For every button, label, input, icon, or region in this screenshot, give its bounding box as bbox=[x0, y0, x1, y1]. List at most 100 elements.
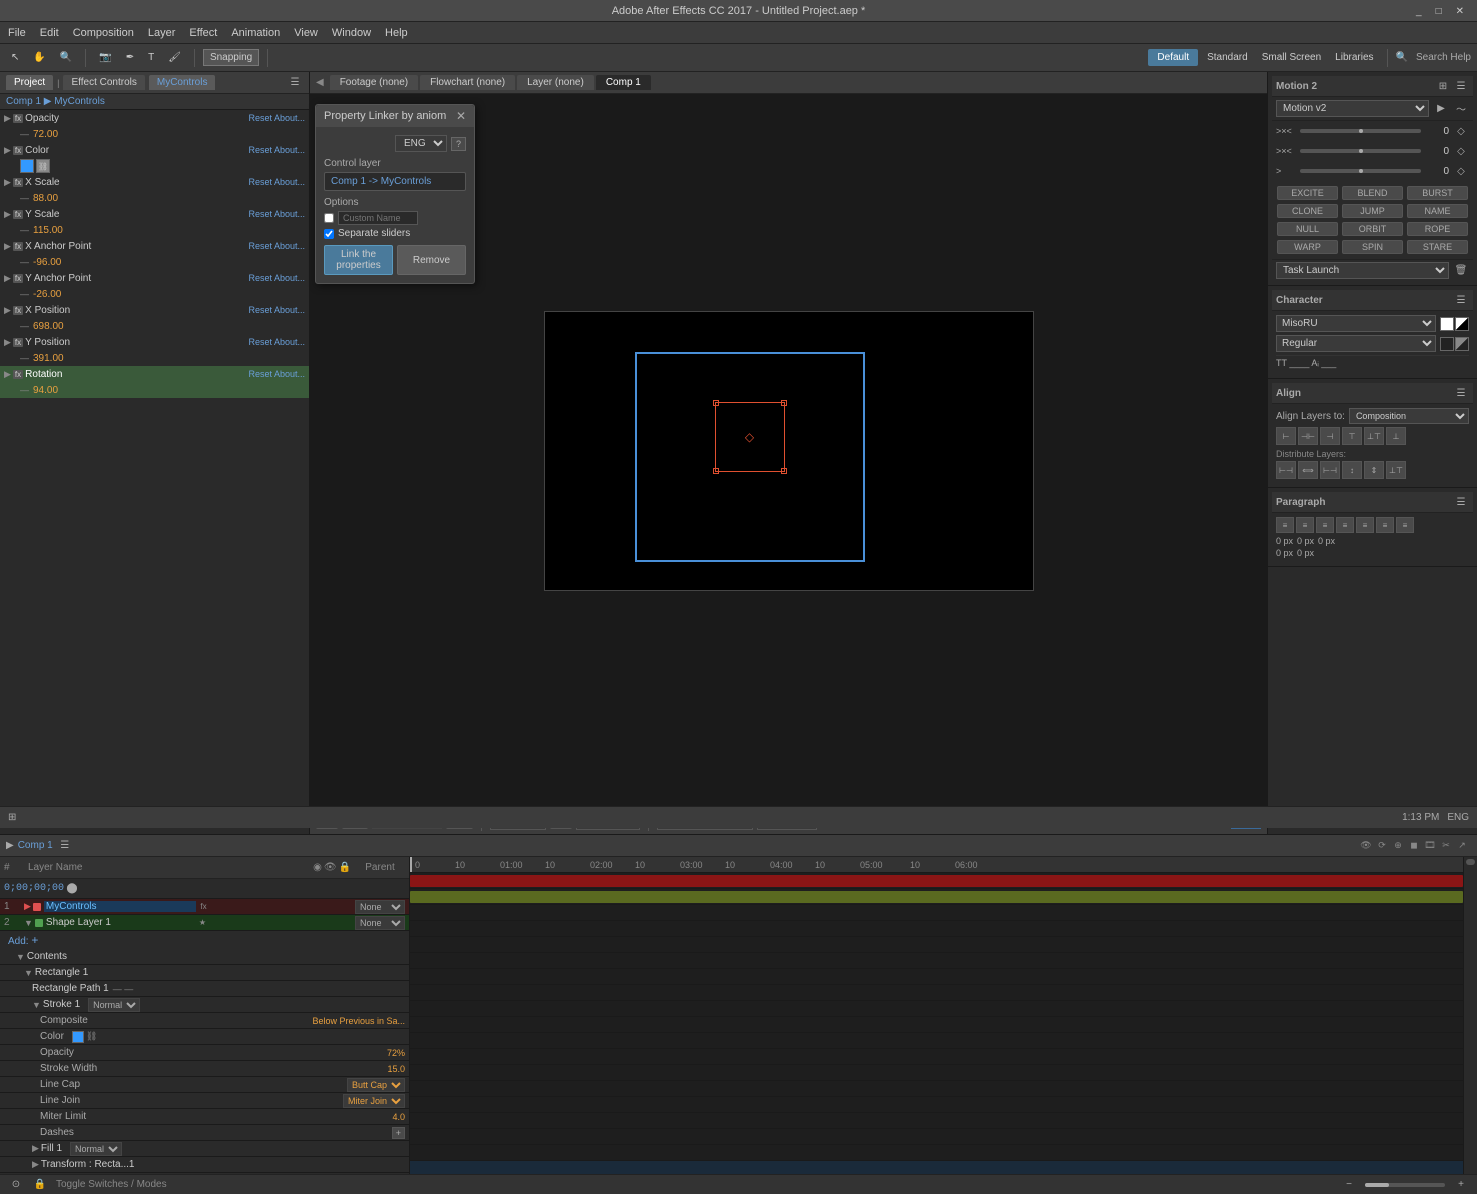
xscale-value[interactable]: 88.00 bbox=[33, 193, 58, 204]
stroke-mode-select[interactable]: Normal bbox=[88, 998, 140, 1012]
rope-btn[interactable]: ROPE bbox=[1407, 222, 1468, 236]
xanchor-about[interactable]: About... bbox=[274, 241, 305, 251]
slider-keyframe-btn-3[interactable]: ◇ bbox=[1453, 163, 1469, 179]
task-launch-btn[interactable]: 🗑 bbox=[1453, 263, 1469, 279]
standard-workspace-btn[interactable]: Standard bbox=[1202, 49, 1253, 66]
xanchor-reset[interactable]: Reset bbox=[248, 241, 272, 251]
xpos-value[interactable]: 698.00 bbox=[33, 321, 64, 332]
pen-tool[interactable]: ✒ bbox=[121, 49, 139, 66]
clone-btn[interactable]: CLONE bbox=[1277, 204, 1338, 218]
start-btn[interactable]: ⊞ bbox=[8, 812, 16, 823]
dashes-row[interactable]: Dashes + bbox=[0, 1125, 409, 1141]
motion2-menu-btn[interactable]: ☰ bbox=[1453, 78, 1469, 94]
slider-keyframe-btn-2[interactable]: ◇ bbox=[1453, 143, 1469, 159]
char-menu-btn[interactable]: ☰ bbox=[1453, 292, 1469, 308]
expand-stroke[interactable]: ▼ bbox=[32, 1000, 41, 1010]
handle-tr[interactable] bbox=[781, 400, 787, 406]
custom-name-input[interactable] bbox=[338, 211, 418, 225]
tl-ctrl-4[interactable]: ◼ bbox=[1407, 839, 1421, 853]
xscale-about[interactable]: About... bbox=[274, 177, 305, 187]
align-top-btn[interactable]: ⊤ bbox=[1342, 427, 1362, 445]
para-justify4-btn[interactable]: ≡ bbox=[1396, 517, 1414, 533]
contents-row[interactable]: ▼ Contents bbox=[0, 949, 409, 965]
menu-file[interactable]: File bbox=[8, 27, 26, 39]
line-join-select[interactable]: Miter Join bbox=[343, 1094, 405, 1108]
tl-ctrl-6[interactable]: ✂ bbox=[1439, 839, 1453, 853]
expand-rotation[interactable]: ▶ bbox=[4, 369, 11, 380]
minimize-btn[interactable]: _ bbox=[1411, 3, 1427, 20]
tl-scrollbar[interactable] bbox=[1463, 857, 1477, 1174]
para-align-left-btn[interactable]: ≡ bbox=[1276, 517, 1294, 533]
brush-tool[interactable]: 🖌 bbox=[163, 49, 186, 66]
xpos-reset[interactable]: Reset bbox=[248, 305, 272, 315]
help-btn[interactable]: ? bbox=[451, 137, 466, 151]
dist-4-btn[interactable]: ↕ bbox=[1342, 461, 1362, 479]
yscale-value[interactable]: 115.00 bbox=[33, 225, 63, 236]
yanchor-about[interactable]: About... bbox=[274, 273, 305, 283]
opacity-reset[interactable]: Reset bbox=[248, 113, 272, 123]
menu-help[interactable]: Help bbox=[385, 27, 408, 39]
flowchart-tab[interactable]: Flowchart (none) bbox=[420, 75, 515, 90]
burst-btn[interactable]: BURST bbox=[1407, 186, 1468, 200]
jump-btn[interactable]: JUMP bbox=[1342, 204, 1403, 218]
rotation-reset[interactable]: Reset bbox=[248, 369, 272, 379]
toggle-solo-btn[interactable]: ⊙ bbox=[8, 1177, 24, 1193]
my-controls-tab[interactable]: MyControls bbox=[149, 75, 216, 90]
motion-slider-2[interactable] bbox=[1300, 149, 1421, 153]
stroke-color-swatch[interactable] bbox=[1440, 337, 1454, 351]
rect-path-row[interactable]: Rectangle Path 1 — — bbox=[0, 981, 409, 997]
tl-zoom-in-btn[interactable]: + bbox=[1453, 1177, 1469, 1193]
zoom-tool[interactable]: 🔍 bbox=[55, 49, 77, 66]
expand-yscale[interactable]: ▶ bbox=[4, 209, 11, 220]
align-to-select[interactable]: Composition bbox=[1349, 408, 1469, 424]
handle-tl[interactable] bbox=[713, 400, 719, 406]
select-tool[interactable]: ↖ bbox=[6, 49, 24, 66]
motion2-expand-btn[interactable]: ⊞ bbox=[1435, 78, 1451, 94]
motion-play-icon[interactable]: ▶ bbox=[1433, 101, 1449, 117]
opacity-value[interactable]: 72.00 bbox=[33, 129, 58, 140]
ypos-value[interactable]: 391.00 bbox=[33, 353, 64, 364]
layer-tab[interactable]: Layer (none) bbox=[517, 75, 594, 90]
toggle-lock-btn[interactable]: 🔒 bbox=[32, 1177, 48, 1193]
dashes-add-btn[interactable]: + bbox=[392, 1127, 405, 1139]
yanchor-value[interactable]: -26.00 bbox=[33, 289, 61, 300]
playhead[interactable] bbox=[410, 857, 412, 872]
stroke1-row[interactable]: ▼ Stroke 1 Normal bbox=[0, 997, 409, 1013]
menu-window[interactable]: Window bbox=[332, 27, 371, 39]
tl-ctrl-2[interactable]: ⟳ bbox=[1375, 839, 1389, 853]
yscale-reset[interactable]: Reset bbox=[248, 209, 272, 219]
align-bottom-btn[interactable]: ⊥ bbox=[1386, 427, 1406, 445]
dist-1-btn[interactable]: ⊢⊣ bbox=[1276, 461, 1296, 479]
fill-mode-select[interactable]: Normal bbox=[70, 1142, 122, 1156]
snapping-btn[interactable]: Snapping bbox=[203, 49, 259, 66]
expand-rect1[interactable]: ▼ bbox=[24, 968, 33, 978]
fill1-row[interactable]: ▶ Fill 1 Normal bbox=[0, 1141, 409, 1157]
effect-controls-tab[interactable]: Effect Controls bbox=[63, 75, 144, 90]
menu-effect[interactable]: Effect bbox=[189, 27, 217, 39]
expand-xscale[interactable]: ▶ bbox=[4, 177, 11, 188]
timeline-layer-1[interactable]: 1 ▶ MyControls fx None bbox=[0, 899, 409, 915]
panel-menu-btn[interactable]: ☰ bbox=[287, 75, 303, 91]
expand-ypos[interactable]: ▶ bbox=[4, 337, 11, 348]
rotation-about[interactable]: About... bbox=[274, 369, 305, 379]
para-justify2-btn[interactable]: ≡ bbox=[1356, 517, 1374, 533]
color-reset[interactable]: Reset bbox=[248, 145, 272, 155]
slider-keyframe-btn-1[interactable]: ◇ bbox=[1453, 123, 1469, 139]
xpos-about[interactable]: About... bbox=[274, 305, 305, 315]
excite-btn[interactable]: EXCITE bbox=[1277, 186, 1338, 200]
opacity-about[interactable]: About... bbox=[274, 113, 305, 123]
dist-3-btn[interactable]: ⊢⊣ bbox=[1320, 461, 1340, 479]
expand-contents[interactable]: ▼ bbox=[16, 952, 25, 962]
font-select[interactable]: MisoRU bbox=[1276, 315, 1436, 332]
menu-view[interactable]: View bbox=[294, 27, 318, 39]
align-hcenter-btn[interactable]: ⊣⊢ bbox=[1298, 427, 1318, 445]
motion-version-select[interactable]: Motion v2 bbox=[1276, 100, 1429, 117]
expand-yanchor[interactable]: ▶ bbox=[4, 273, 11, 284]
para-align-center-btn[interactable]: ≡ bbox=[1296, 517, 1314, 533]
timeline-layer-2[interactable]: 2 ▼ Shape Layer 1 ★ None bbox=[0, 915, 409, 931]
tl-ctrl-5[interactable]: 🎞 bbox=[1423, 839, 1437, 853]
tl-timecode-btn[interactable]: ⬤ bbox=[64, 881, 80, 897]
align-vcenter-btn[interactable]: ⊥⊤ bbox=[1364, 427, 1384, 445]
motion-slider-1[interactable] bbox=[1300, 129, 1421, 133]
tl-scroll-thumb[interactable] bbox=[1466, 859, 1475, 865]
